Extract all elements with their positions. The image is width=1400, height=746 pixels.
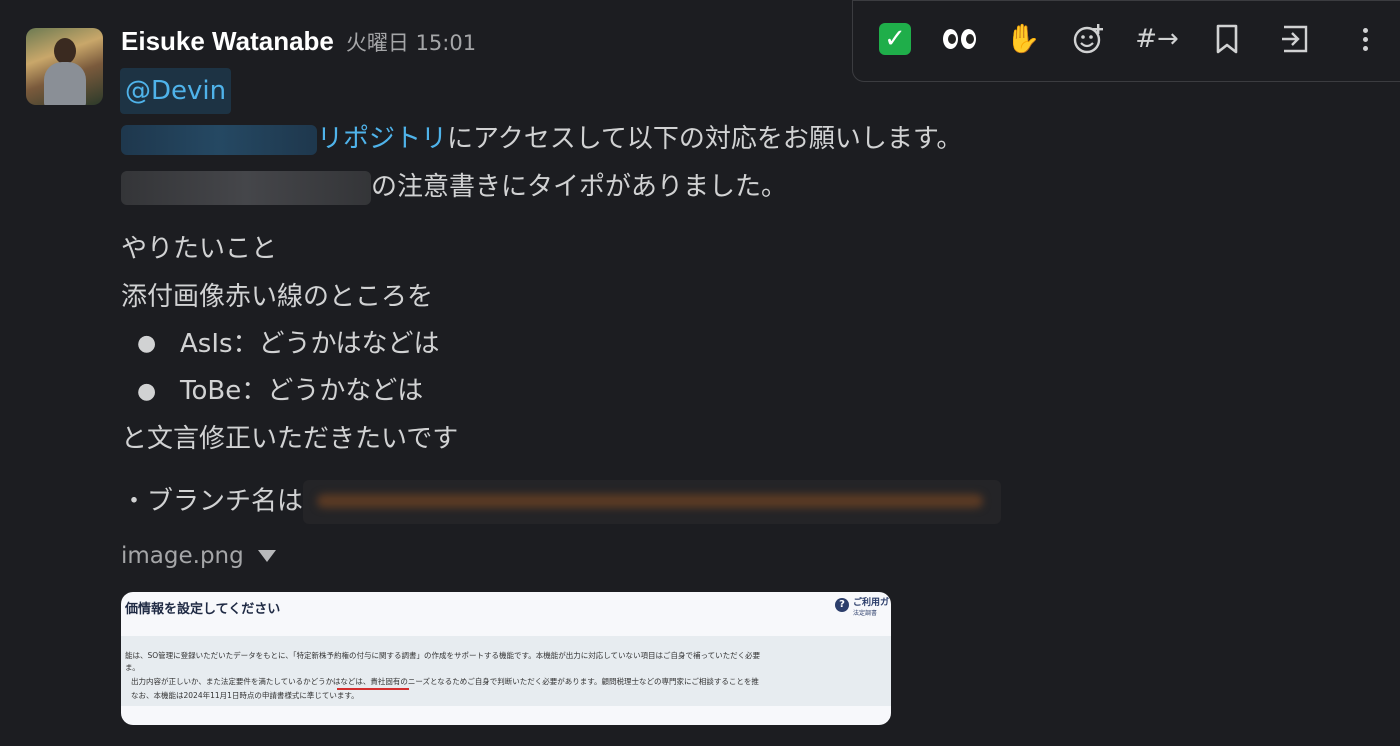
add-reaction-icon (1073, 24, 1103, 54)
add-reaction-button[interactable] (1069, 19, 1109, 59)
preview-help: ? ご利用ガ 法定調書 (834, 598, 889, 617)
preview-text-1: 能は、SO管理に登録いただいたデータをもとに、「特定新株予約権の付与に関する調書… (125, 651, 761, 660)
bookmark-icon (1216, 24, 1238, 54)
redacted-branch-name (303, 480, 1002, 524)
raised-hands-reaction-button[interactable]: ✋ (1003, 19, 1043, 59)
raised-hands-icon: ✋ (1005, 22, 1041, 55)
repository-link[interactable]: リポジトリ (317, 124, 447, 154)
vertical-ellipsis-icon (1362, 27, 1368, 51)
white-check-mark-reaction-button[interactable]: ✓ (875, 19, 915, 59)
mention[interactable]: @Devin (120, 68, 232, 114)
preview-text-3: 出力内容が正しいか、また法定要件を満たしているかどうかはなどは、貴社固有のニーズ… (131, 677, 759, 686)
forward-icon (1282, 25, 1308, 53)
bullet-item-tobe: ToBe：どうかなどは (180, 376, 424, 406)
avatar-body (44, 62, 86, 105)
message-line-2: の注意書きにタイポがありました。 (121, 166, 787, 205)
preview-text-2: ま。 (125, 663, 140, 672)
more-actions-button[interactable] (1345, 19, 1385, 59)
bookmark-button[interactable] (1207, 19, 1247, 59)
preview-text-4: なお、本機能は2024年11月1日時点の申請書様式に準じています。 (131, 691, 359, 700)
preview-title: 価情報を設定してください (125, 602, 281, 617)
eyes-icon (942, 29, 976, 49)
branch-label: ・ブランチ名は (121, 486, 304, 517)
message-actions-toolbar: ✓ ✋ #→ (852, 0, 1400, 82)
preview-help-title: ご利用ガ (852, 598, 889, 608)
line-2-text: の注意書きにタイポがありました。 (371, 172, 788, 202)
message-line-4: と文言修正いただきたいです (121, 424, 459, 454)
reply-in-thread-button[interactable]: #→ (1135, 19, 1179, 59)
message-heading: やりたいこと (121, 234, 278, 264)
bullet-item-asis: AsIs：どうかはなどは (180, 329, 440, 359)
author-name[interactable]: Eisuke Watanabe (121, 26, 334, 57)
message-line-3: 添付画像赤い線のところを (121, 282, 434, 312)
attachment-preview[interactable]: 価情報を設定してください ? ご利用ガ 法定調書 能は、SO管理に登録いただいた… (121, 592, 891, 725)
preview-help-sub: 法定調書 (852, 610, 877, 617)
eyes-reaction-button[interactable] (939, 19, 979, 59)
message-timestamp[interactable]: 火曜日 15:01 (346, 27, 476, 57)
attachment-header[interactable]: image.png (121, 543, 276, 569)
avatar-head (54, 38, 76, 64)
redacted-feature-name (121, 170, 371, 205)
forward-button[interactable] (1275, 19, 1315, 59)
branch-line: ・ブランチ名は (121, 480, 1002, 524)
chevron-down-icon[interactable] (257, 550, 276, 562)
line-1-text: にアクセスして以下の対応をお願いします。 (447, 124, 963, 154)
help-icon: ? (834, 598, 849, 612)
bullet-icon: ● (137, 331, 157, 356)
bullet-icon: ● (137, 379, 157, 404)
attachment-file-name[interactable]: image.png (121, 543, 244, 569)
avatar[interactable] (26, 28, 103, 105)
message-header: Eisuke Watanabe 火曜日 15:01 (121, 26, 476, 62)
check-mark-icon: ✓ (879, 23, 911, 55)
redacted-repo-name (121, 124, 317, 155)
hash-arrow-icon: #→ (1135, 24, 1179, 54)
message-line-1: リポジトリにアクセスして以下の対応をお願いします。 (121, 118, 962, 155)
